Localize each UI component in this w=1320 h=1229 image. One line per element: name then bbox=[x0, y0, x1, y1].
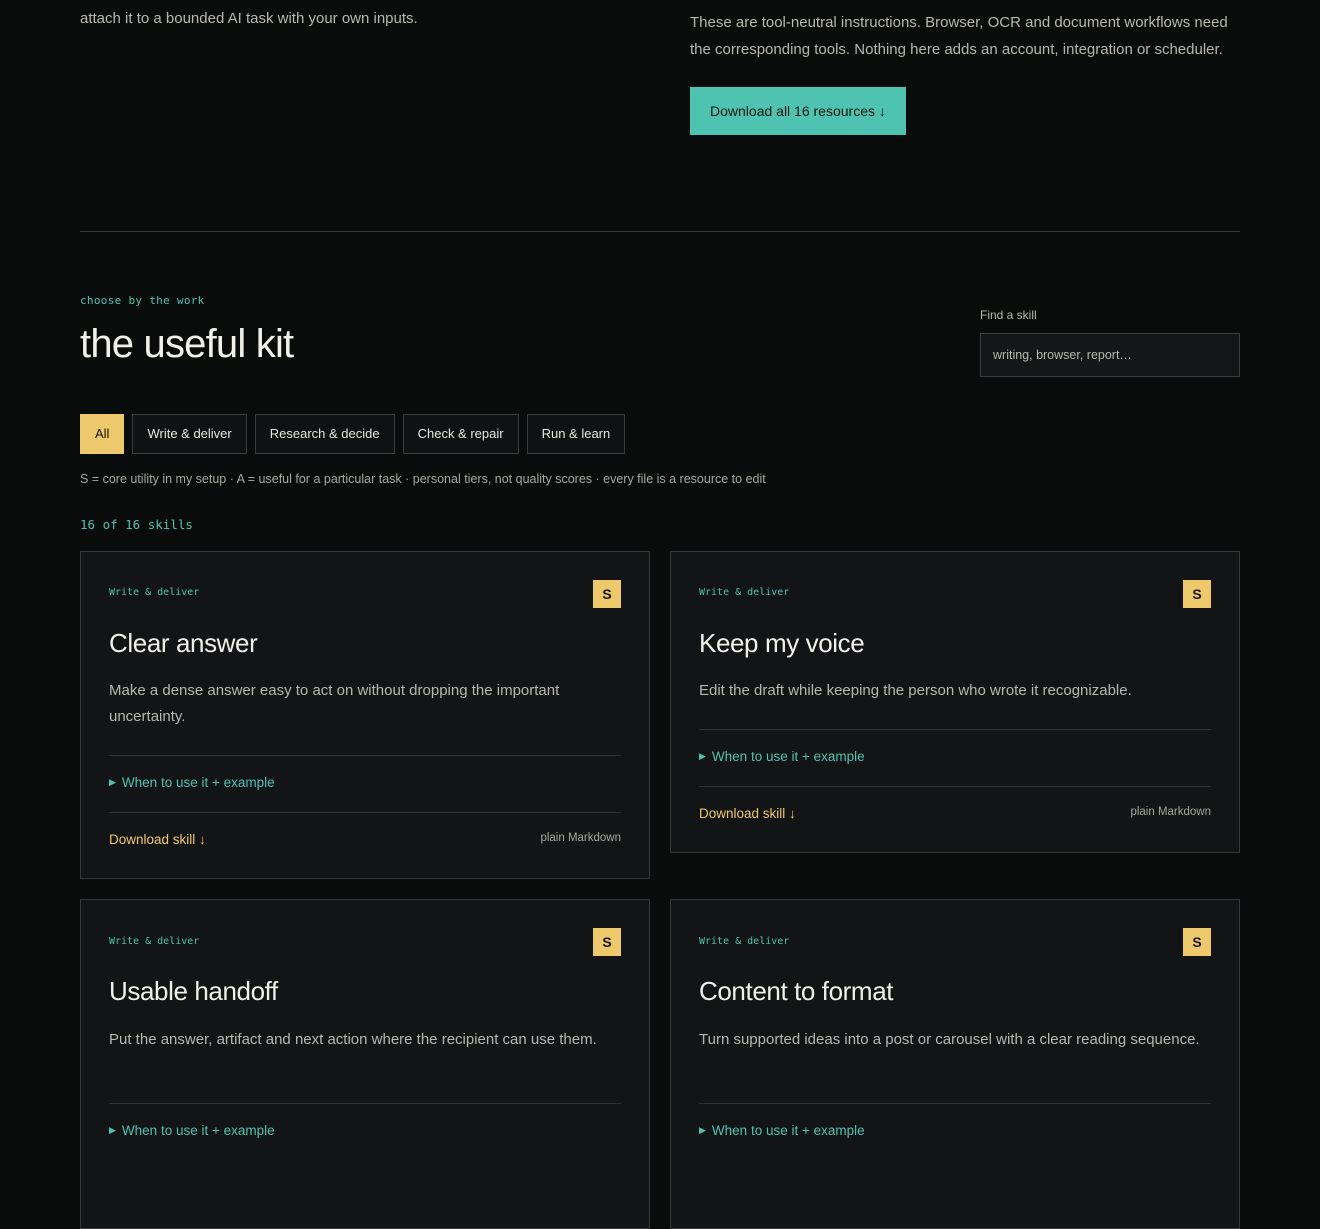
card-details-label: When to use it + example bbox=[711, 1123, 865, 1138]
card-title: Keep my voice bbox=[699, 628, 865, 658]
card-description: Put the answer, artifact and next action… bbox=[109, 1031, 597, 1048]
card-category: Write & deliver bbox=[699, 936, 790, 947]
page: attach it to a bounded AI task with your… bbox=[0, 0, 1320, 1229]
skill-card: Write & deliver S Usable handoff Put the… bbox=[80, 899, 650, 1229]
skill-card: Write & deliver S Keep my voice Edit the… bbox=[670, 551, 1240, 853]
card-details-label: When to use it + example bbox=[121, 775, 275, 790]
filter-check-repair[interactable]: Check & repair bbox=[402, 414, 519, 454]
triangle-right-icon: ▶ bbox=[699, 751, 706, 761]
card-divider bbox=[109, 1103, 621, 1104]
filter-write-deliver[interactable]: Write & deliver bbox=[132, 414, 247, 454]
tier-badge: S bbox=[593, 580, 621, 608]
triangle-right-icon: ▶ bbox=[699, 1125, 706, 1135]
card-divider bbox=[109, 755, 621, 756]
card-details-label: When to use it + example bbox=[121, 1123, 275, 1138]
card-details-label: When to use it + example bbox=[711, 749, 865, 764]
triangle-right-icon: ▶ bbox=[109, 777, 116, 787]
card-title: Usable handoff bbox=[109, 976, 278, 1006]
filter-bar: All Write & deliver Research & decide Ch… bbox=[80, 414, 626, 454]
result-count: 16 of 16 skills bbox=[80, 517, 193, 532]
card-category: Write & deliver bbox=[699, 587, 790, 598]
card-divider bbox=[699, 786, 1211, 787]
card-description: Turn supported ideas into a post or caro… bbox=[699, 1031, 1200, 1048]
card-format: plain Markdown bbox=[540, 832, 621, 844]
card-divider bbox=[699, 729, 1211, 730]
section-title: the useful kit bbox=[80, 322, 294, 366]
card-details-toggle[interactable]: ▶ When to use it + example bbox=[699, 749, 865, 764]
card-format: plain Markdown bbox=[1130, 806, 1211, 818]
skill-card: Write & deliver S Content to format Turn… bbox=[670, 899, 1240, 1229]
card-details-toggle[interactable]: ▶ When to use it + example bbox=[109, 775, 275, 790]
card-description: Edit the draft while keeping the person … bbox=[699, 682, 1132, 699]
card-description: Make a dense answer easy to act on witho… bbox=[109, 682, 560, 725]
card-details-toggle[interactable]: ▶ When to use it + example bbox=[109, 1123, 275, 1138]
intro-right: These are tool-neutral instructions. Bro… bbox=[690, 10, 1240, 135]
tier-badge: S bbox=[1183, 580, 1211, 608]
intro-right-text: These are tool-neutral instructions. Bro… bbox=[690, 14, 1228, 58]
search-label: Find a skill bbox=[980, 308, 1037, 322]
card-title: Content to format bbox=[699, 976, 894, 1006]
intro-left-text: attach it to a bounded AI task with your… bbox=[80, 10, 418, 27]
card-title: Clear answer bbox=[109, 628, 258, 658]
triangle-right-icon: ▶ bbox=[109, 1125, 116, 1135]
search-input[interactable] bbox=[980, 333, 1240, 377]
download-all-button[interactable]: Download all 16 resources ↓ bbox=[690, 87, 906, 135]
card-category: Write & deliver bbox=[109, 936, 200, 947]
download-skill-link[interactable]: Download skill ↓ bbox=[699, 806, 796, 821]
download-skill-link[interactable]: Download skill ↓ bbox=[109, 832, 206, 847]
skill-card: Write & deliver S Clear answer Make a de… bbox=[80, 551, 650, 879]
tier-badge: S bbox=[1183, 928, 1211, 956]
filter-all[interactable]: All bbox=[80, 414, 125, 454]
card-divider bbox=[109, 812, 621, 813]
tier-legend: S = core utility in my setup · A = usefu… bbox=[80, 472, 766, 486]
card-divider bbox=[699, 1103, 1211, 1104]
section-divider bbox=[80, 231, 1240, 232]
filter-research-decide[interactable]: Research & decide bbox=[254, 414, 395, 454]
filter-run-learn[interactable]: Run & learn bbox=[526, 414, 626, 454]
card-details-toggle[interactable]: ▶ When to use it + example bbox=[699, 1123, 865, 1138]
card-category: Write & deliver bbox=[109, 587, 200, 598]
section-eyebrow: choose by the work bbox=[80, 294, 205, 307]
tier-badge: S bbox=[593, 928, 621, 956]
